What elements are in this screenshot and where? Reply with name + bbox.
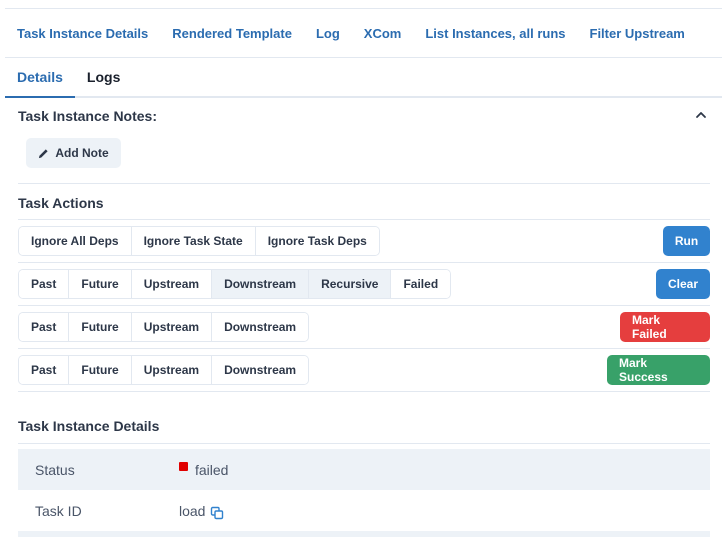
run-button[interactable]: Run: [663, 226, 710, 256]
nav-xcom[interactable]: XCom: [364, 26, 402, 41]
mark-failed-button[interactable]: Mark Failed: [620, 312, 710, 342]
nav-rendered-template[interactable]: Rendered Template: [172, 26, 292, 41]
mark-success-options-group: Past Future Upstream Downstream: [18, 355, 310, 385]
detail-value: failed: [179, 462, 228, 478]
clear-options-group: Past Future Upstream Downstream Recursiv…: [18, 269, 452, 299]
add-note-label: Add Note: [55, 146, 109, 160]
task-instance-notes-title: Task Instance Notes:: [18, 108, 158, 124]
detail-value: load: [179, 502, 224, 520]
divider: [18, 183, 710, 184]
task-instance-details-title: Task Instance Details: [18, 418, 160, 434]
mark-failed-future-toggle[interactable]: Future: [69, 313, 132, 341]
mark-success-downstream-toggle[interactable]: Downstream: [212, 356, 309, 384]
run-options-group: Ignore All Deps Ignore Task State Ignore…: [18, 226, 380, 256]
clear-past-toggle[interactable]: Past: [19, 270, 70, 298]
copy-icon[interactable]: [210, 506, 224, 520]
nav-log[interactable]: Log: [316, 26, 340, 41]
status-square-icon: [179, 462, 188, 471]
status-value: failed: [195, 461, 229, 478]
ignore-task-state-toggle[interactable]: Ignore Task State: [131, 227, 256, 255]
clear-failed-toggle[interactable]: Failed: [391, 270, 451, 298]
mark-success-past-toggle[interactable]: Past: [19, 356, 70, 384]
task-id-value: load: [179, 502, 206, 519]
divider: [18, 443, 710, 444]
divider: [18, 391, 710, 392]
detail-key: Status: [35, 461, 75, 478]
mark-failed-options-group: Past Future Upstream Downstream: [18, 312, 310, 342]
run-action-row: Ignore All Deps Ignore Task State Ignore…: [18, 220, 710, 262]
ignore-all-deps-toggle[interactable]: Ignore All Deps: [19, 227, 132, 255]
clear-button[interactable]: Clear: [656, 269, 710, 299]
tab-logs[interactable]: Logs: [75, 58, 132, 96]
chevron-up-icon[interactable]: [694, 108, 708, 122]
nav-list-instances[interactable]: List Instances, all runs: [425, 26, 565, 41]
task-instance-details-table: Status failed Task ID load: [18, 449, 710, 537]
task-instance-nav: Task Instance Details Rendered Template …: [5, 8, 722, 58]
clear-action-row: Past Future Upstream Downstream Recursiv…: [18, 263, 710, 305]
mark-failed-action-row: Past Future Upstream Downstream Mark Fai…: [18, 306, 710, 348]
detail-tabs: Details Logs: [5, 58, 722, 98]
ignore-task-deps-toggle[interactable]: Ignore Task Deps: [255, 227, 379, 255]
table-row: [18, 531, 710, 537]
add-note-button[interactable]: Add Note: [26, 138, 121, 168]
detail-key: Task ID: [35, 502, 82, 519]
clear-downstream-toggle[interactable]: Downstream: [212, 270, 310, 298]
mark-failed-past-toggle[interactable]: Past: [19, 313, 70, 341]
clear-future-toggle[interactable]: Future: [69, 270, 132, 298]
pencil-icon: [39, 148, 48, 158]
tab-details[interactable]: Details: [5, 58, 75, 98]
clear-upstream-toggle[interactable]: Upstream: [131, 270, 213, 298]
nav-filter-upstream[interactable]: Filter Upstream: [590, 26, 685, 41]
table-row: Task ID load: [18, 490, 710, 531]
table-row: Status failed: [18, 449, 710, 490]
mark-success-future-toggle[interactable]: Future: [69, 356, 132, 384]
task-actions-title: Task Actions: [18, 195, 104, 211]
mark-success-action-row: Past Future Upstream Downstream Mark Suc…: [18, 349, 710, 391]
mark-failed-upstream-toggle[interactable]: Upstream: [131, 313, 213, 341]
clear-recursive-toggle[interactable]: Recursive: [309, 270, 392, 298]
mark-success-upstream-toggle[interactable]: Upstream: [131, 356, 213, 384]
nav-task-instance-details[interactable]: Task Instance Details: [17, 26, 148, 41]
mark-failed-downstream-toggle[interactable]: Downstream: [212, 313, 309, 341]
mark-success-button[interactable]: Mark Success: [607, 355, 710, 385]
